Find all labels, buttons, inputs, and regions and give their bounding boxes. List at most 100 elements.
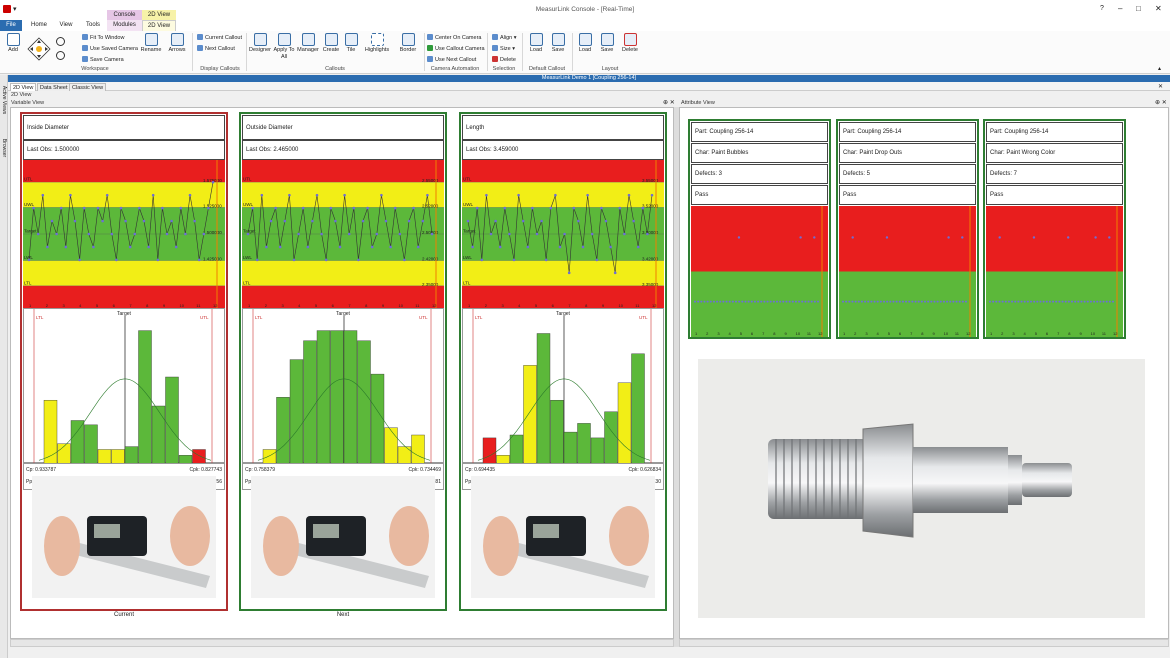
histogram-bar bbox=[43, 399, 58, 465]
tab-tools[interactable]: Tools bbox=[81, 20, 105, 31]
data-point bbox=[719, 300, 722, 303]
data-point bbox=[1112, 300, 1114, 303]
data-point bbox=[324, 258, 328, 262]
variable-pin-icon[interactable]: ⊕ ✕ bbox=[663, 99, 675, 106]
attribute-pin-icon[interactable]: ⊕ ✕ bbox=[1155, 99, 1167, 106]
variable-view-title: Variable View bbox=[11, 100, 45, 106]
tab-view[interactable]: View bbox=[55, 20, 77, 31]
data-point bbox=[965, 300, 967, 303]
histogram-bar bbox=[384, 427, 398, 465]
maximize-icon[interactable]: □ bbox=[1136, 4, 1141, 13]
pane-splitter[interactable] bbox=[674, 107, 679, 647]
data-point bbox=[207, 206, 210, 210]
caliper-measurement-photo bbox=[471, 476, 655, 598]
manager-button[interactable]: Manager bbox=[296, 33, 320, 53]
attribute-callout-card[interactable]: Part: Coupling 256-14 Char: Paint Bubbles… bbox=[688, 119, 831, 339]
data-point bbox=[549, 206, 553, 210]
rename-button[interactable]: Rename bbox=[140, 33, 162, 53]
align-dropdown[interactable]: Align ▾ bbox=[492, 34, 517, 41]
tab-file[interactable]: File bbox=[0, 20, 22, 31]
highlights-button[interactable]: Highlights bbox=[362, 33, 392, 53]
variable-scrollbar[interactable] bbox=[10, 639, 674, 647]
data-point bbox=[412, 206, 415, 210]
fail-region bbox=[839, 206, 976, 272]
histogram-bar bbox=[509, 434, 524, 465]
tab-2dview[interactable]: 2D View bbox=[142, 20, 176, 31]
tile-button[interactable]: Tile bbox=[342, 33, 360, 53]
data-point bbox=[864, 300, 867, 303]
next-callout-button[interactable]: Next Callout bbox=[197, 45, 235, 52]
data-point bbox=[1023, 300, 1026, 303]
collapse-ribbon-icon[interactable]: ▴ bbox=[1158, 65, 1161, 72]
data-point bbox=[930, 300, 933, 303]
fit-to-window-button[interactable]: Fit To Window bbox=[82, 34, 124, 41]
hand-right bbox=[170, 506, 210, 566]
limit-label: UWL bbox=[463, 202, 473, 207]
defect-point bbox=[998, 236, 1001, 239]
data-point bbox=[521, 219, 525, 223]
callout-camera-icon bbox=[427, 45, 433, 51]
data-point bbox=[485, 193, 488, 197]
use-next-callout-button[interactable]: Use Next Callout bbox=[427, 56, 476, 63]
attribute-view-title: Attribute View bbox=[681, 100, 715, 106]
attribute-callout-card[interactable]: Part: Coupling 256-14 Char: Paint Wrong C… bbox=[983, 119, 1126, 339]
data-point bbox=[380, 193, 383, 197]
border-button[interactable]: Border bbox=[396, 33, 420, 53]
callout-save-button[interactable]: Save bbox=[548, 33, 568, 53]
apply-to-all-button[interactable]: Apply To All bbox=[273, 33, 295, 61]
arrows-button[interactable]: Arrows bbox=[166, 33, 188, 53]
add-button[interactable]: Add bbox=[3, 33, 23, 53]
close-doc-icon[interactable]: ✕ bbox=[1158, 83, 1163, 90]
current-callout-button[interactable]: Current Callout bbox=[197, 34, 242, 41]
data-point bbox=[810, 300, 813, 303]
data-point bbox=[1074, 300, 1077, 303]
x-tick-label: 12 bbox=[1113, 331, 1118, 336]
defect-point bbox=[1067, 236, 1070, 239]
minimize-icon[interactable]: – bbox=[1118, 4, 1122, 13]
designer-button[interactable]: Designer bbox=[249, 33, 271, 53]
save-camera-button[interactable]: Save Camera bbox=[82, 56, 124, 63]
variable-callout-card[interactable]: Length Last Obs: 3.459000 UTL UWL Target LWL L… bbox=[459, 112, 667, 611]
zoom-out-icon[interactable] bbox=[56, 51, 65, 60]
center-on-camera-button[interactable]: Center On Camera bbox=[427, 34, 481, 41]
use-saved-camera-button[interactable]: Use Saved Camera bbox=[82, 45, 138, 52]
histogram: LTL UTL Target bbox=[242, 308, 444, 465]
callout-caption: Next bbox=[336, 612, 350, 618]
fail-region bbox=[986, 206, 1123, 272]
tab-home[interactable]: Home bbox=[27, 20, 51, 31]
variable-callout-card[interactable]: Inside Diameter Last Obs: 1.500000 UTL UWL T… bbox=[20, 112, 228, 611]
data-point bbox=[338, 245, 342, 249]
histogram-bar bbox=[138, 330, 152, 465]
close-icon[interactable]: ✕ bbox=[1155, 4, 1162, 13]
data-point bbox=[329, 206, 333, 210]
variable-callout-card[interactable]: Outside Diameter Last Obs: 2.465000 UTL UWL… bbox=[239, 112, 447, 611]
help-icon[interactable]: ? bbox=[1100, 5, 1104, 12]
browser-tab[interactable]: Browser bbox=[1, 134, 7, 162]
attribute-part: Part: Coupling 256-14 bbox=[691, 122, 828, 142]
histogram-bar bbox=[57, 443, 71, 465]
layout-save-button[interactable]: Save bbox=[597, 33, 617, 53]
layout-load-button[interactable]: Load bbox=[575, 33, 595, 53]
tab-data-sheet[interactable]: Data Sheet bbox=[37, 83, 71, 91]
layout-delete-button[interactable]: Delete bbox=[619, 33, 641, 53]
size-dropdown[interactable]: Size ▾ bbox=[492, 45, 515, 52]
selection-delete-button[interactable]: Delete bbox=[492, 56, 516, 63]
defect-point bbox=[813, 236, 816, 239]
attribute-part: Part: Coupling 256-14 bbox=[986, 122, 1123, 142]
tile-icon bbox=[344, 33, 358, 46]
data-point bbox=[753, 300, 756, 303]
tab-modules[interactable]: Modules bbox=[107, 20, 142, 31]
active-views-tab[interactable]: Active Views bbox=[1, 84, 7, 116]
data-point bbox=[416, 245, 420, 249]
pan-arrows-icon[interactable] bbox=[27, 37, 51, 61]
attribute-scrollbar[interactable] bbox=[679, 639, 1169, 647]
callout-load-button[interactable]: Load bbox=[526, 33, 546, 53]
hand-right bbox=[609, 506, 649, 566]
tab-2d-view[interactable]: 2D View bbox=[10, 83, 37, 91]
histogram-bar bbox=[303, 340, 317, 465]
zoom-in-icon[interactable] bbox=[56, 37, 65, 46]
tab-classic-view[interactable]: Classic View bbox=[69, 83, 107, 91]
attribute-callout-card[interactable]: Part: Coupling 256-14 Char: Paint Drop Ou… bbox=[836, 119, 979, 339]
use-callout-camera-button[interactable]: Use Callout Camera bbox=[427, 45, 485, 52]
create-button[interactable]: Create bbox=[321, 33, 341, 53]
